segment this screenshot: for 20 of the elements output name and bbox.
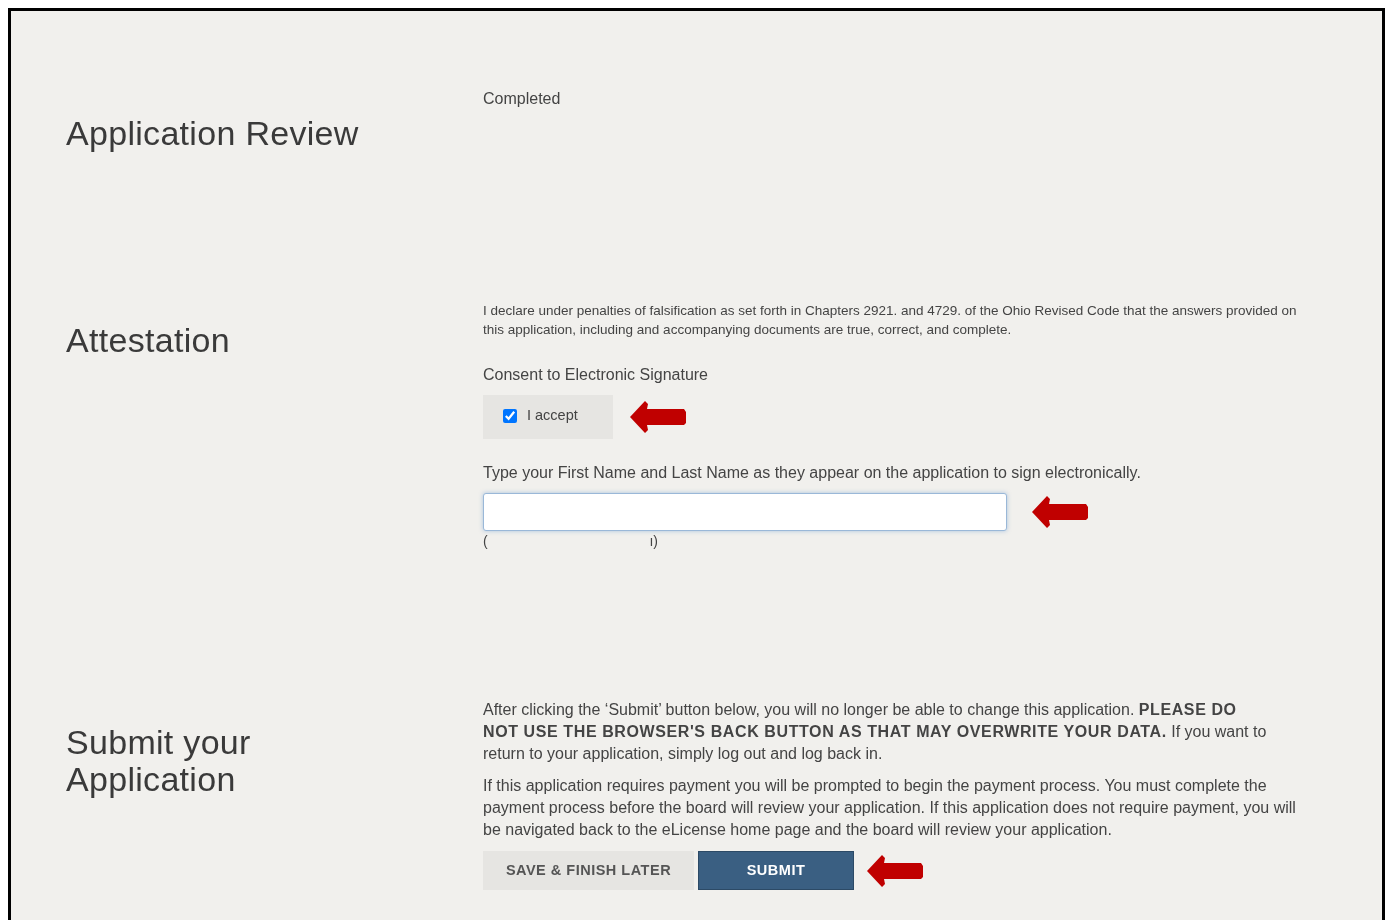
save-button[interactable]: SAVE & FINISH LATER: [483, 851, 694, 891]
status-text: Completed: [483, 89, 562, 109]
arrow-icon: [628, 400, 687, 435]
consent-label: Consent to Electronic Signature: [483, 365, 709, 386]
section-title: Submit your Application: [66, 724, 252, 797]
section-title: Application Review: [66, 115, 360, 152]
paragraph-text: If this application requires payment you will be prompted to begin the payment process. You must complete the payment process before the board will review your application. If this application does not require payment, you will be navigated back to the eLicense home page and the board will review your application.: [483, 776, 1297, 841]
hint-text: ı): [649, 532, 658, 552]
arrow-icon: [1031, 495, 1089, 530]
paragraph-text: After clicking the ‘Submit’ button below, you will no longer be able to change this application. PLEASE DO NOT USE THE BROWSER'S BACK BUTTON AS THAT MAY OVERWRITE YOUR DATA. If you want to return to your application, simply log out and log back in.: [483, 700, 1268, 765]
checkbox-option[interactable]: I accept: [483, 395, 613, 440]
section-title: Attestation: [66, 322, 231, 359]
checkbox[interactable]: [503, 409, 517, 424]
instruction-text: Type your First Name and Last Name as they appear on the application to sign electronically.: [483, 463, 1142, 484]
checkbox-label: I accept: [527, 406, 578, 426]
name-input-field[interactable]: [483, 493, 1007, 532]
hint-text: (: [483, 532, 488, 552]
declaration-text: I declare under penalties of falsification as set forth in Chapters 2921. and 4729. of the Ohio Revised Code that the answers provided on this application, including and accompanying documents are true, correct, and complete.: [483, 302, 1298, 340]
submit-button[interactable]: SUBMIT: [698, 851, 854, 891]
arrow-icon: [866, 853, 924, 888]
